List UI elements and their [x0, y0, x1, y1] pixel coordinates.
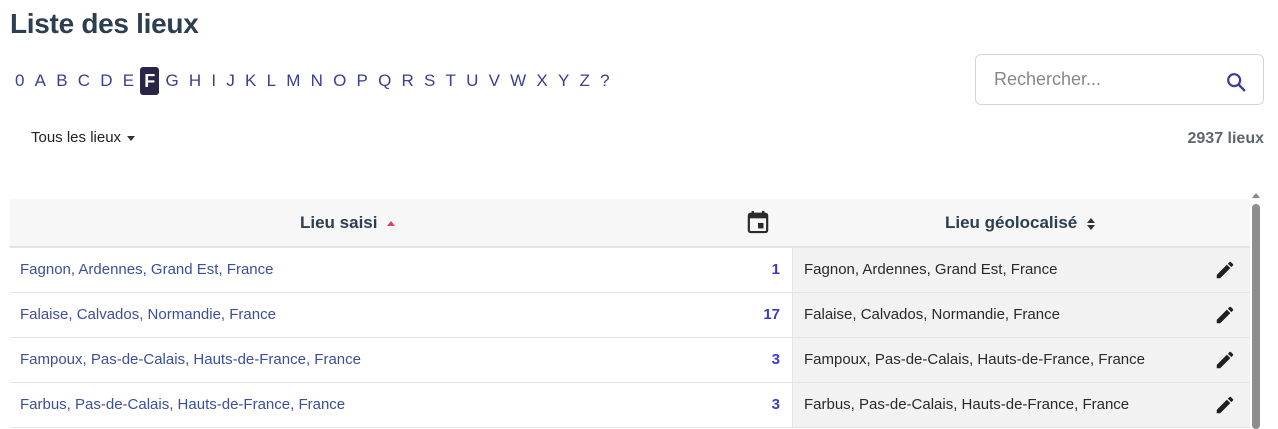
places-count: 2937 lieux: [1187, 130, 1265, 147]
entered-cell: Farbus, Pas-de-Calais, Hauts-de-France, …: [10, 383, 792, 427]
alphabet-letter[interactable]: Q: [373, 67, 396, 95]
alphabet-letter[interactable]: S: [419, 67, 441, 95]
alphabet-letter[interactable]: I: [206, 67, 221, 95]
alphabet-letter[interactable]: P: [352, 67, 374, 95]
filter-label: Tous les lieux: [31, 129, 122, 146]
table-row: Falaise, Calvados, Normandie, France 17 Fa…: [10, 293, 1250, 338]
column-header-entered[interactable]: Lieu saisi: [300, 199, 396, 246]
geolocated-cell: Fagnon, Ardennes, Grand Est, France: [792, 248, 1250, 292]
edit-pencil-icon[interactable]: [1214, 394, 1236, 416]
alphabet-letter[interactable]: Y: [553, 67, 575, 95]
table-row: Fampoux, Pas-de-Calais, Hauts-de-France,…: [10, 338, 1250, 383]
alphabet-letter[interactable]: Z: [575, 67, 596, 95]
scrollbar-thumb[interactable]: [1252, 204, 1260, 429]
alphabet-letter[interactable]: W: [505, 67, 531, 95]
alphabet-letter[interactable]: M: [281, 67, 305, 95]
geolocated-place: Fampoux, Pas-de-Calais, Hauts-de-France,…: [804, 351, 1145, 368]
alphabet-letter[interactable]: T: [441, 67, 462, 95]
alphabet-letter[interactable]: E: [118, 67, 140, 95]
geolocated-cell: Falaise, Calvados, Normandie, France: [792, 293, 1250, 337]
edit-pencil-icon[interactable]: [1214, 304, 1236, 326]
alphabet-letter[interactable]: G: [160, 67, 183, 95]
table-header: Lieu saisi Lieu géolocalisé: [10, 199, 1250, 248]
geolocated-cell: Fampoux, Pas-de-Calais, Hauts-de-France,…: [792, 338, 1250, 382]
scroll-up-arrow-icon[interactable]: [1252, 193, 1260, 198]
alphabet-letter[interactable]: F: [140, 67, 160, 95]
sort-unsorted-icon[interactable]: [1087, 217, 1096, 231]
alphabet-letter[interactable]: D: [95, 67, 117, 95]
column-header-geolocated[interactable]: Lieu géolocalisé: [945, 199, 1096, 246]
occurrence-count-link[interactable]: 3: [772, 338, 780, 382]
entered-place-link[interactable]: Fagnon, Ardennes, Grand Est, France: [20, 248, 273, 292]
alphabet-letter[interactable]: V: [484, 67, 506, 95]
calendar-icon[interactable]: [747, 210, 769, 234]
page-title: Liste des lieux: [10, 8, 199, 39]
table-row: Fagnon, Ardennes, Grand Est, France 1 Fagn…: [10, 248, 1250, 293]
alphabet-letter[interactable]: R: [397, 67, 419, 95]
caret-down-icon: [127, 136, 136, 141]
geolocated-cell: Farbus, Pas-de-Calais, Hauts-de-France, …: [792, 383, 1250, 427]
geolocated-place: Fagnon, Ardennes, Grand Est, France: [804, 261, 1058, 278]
entered-cell: Fampoux, Pas-de-Calais, Hauts-de-France,…: [10, 338, 792, 382]
alphabet-letter[interactable]: B: [51, 67, 73, 95]
occurrence-count-link[interactable]: 17: [763, 293, 780, 337]
table-body: Fagnon, Ardennes, Grand Est, France 1 Fagn…: [10, 248, 1250, 428]
alphabet-letter[interactable]: J: [221, 67, 240, 95]
places-table: Lieu saisi Lieu géolocalisé Fagnon, Arde…: [10, 199, 1250, 428]
alphabet-letter[interactable]: ?: [595, 67, 615, 95]
entered-place-link[interactable]: Fampoux, Pas-de-Calais, Hauts-de-France,…: [20, 338, 361, 382]
search-input[interactable]: [976, 69, 1216, 90]
sort-ascending-icon[interactable]: [387, 221, 396, 227]
alphabet-letter[interactable]: U: [461, 67, 483, 95]
alphabet-letter[interactable]: X: [531, 67, 553, 95]
geolocated-place: Farbus, Pas-de-Calais, Hauts-de-France, …: [804, 396, 1130, 413]
alphabet-letter[interactable]: L: [262, 67, 282, 95]
alphabet-letter[interactable]: O: [328, 67, 351, 95]
occurrence-count-link[interactable]: 3: [772, 383, 780, 427]
filter-dropdown[interactable]: Tous les lieux: [31, 129, 136, 146]
alphabet-letter[interactable]: 0: [10, 67, 30, 95]
search-box: [975, 54, 1264, 105]
column-header-entered-label: Lieu saisi: [300, 213, 378, 232]
edit-pencil-icon[interactable]: [1214, 259, 1236, 281]
geolocated-place: Falaise, Calvados, Normandie, France: [804, 306, 1060, 323]
alphabet-letter[interactable]: N: [306, 67, 328, 95]
search-icon[interactable]: [1225, 71, 1247, 93]
table-row: Farbus, Pas-de-Calais, Hauts-de-France, …: [10, 383, 1250, 428]
entered-place-link[interactable]: Falaise, Calvados, Normandie, France: [20, 293, 276, 337]
alphabet-letter[interactable]: K: [240, 67, 262, 95]
edit-pencil-icon[interactable]: [1214, 349, 1236, 371]
alphabet-nav: 0 A B C D E F G H I J K L M N O P Q R S T U V W X Y Z?: [10, 67, 615, 95]
entered-place-link[interactable]: Farbus, Pas-de-Calais, Hauts-de-France, …: [20, 383, 345, 427]
column-header-geolocated-label: Lieu géolocalisé: [945, 213, 1078, 232]
scrollbar[interactable]: [1251, 193, 1261, 429]
entered-cell: Fagnon, Ardennes, Grand Est, France 1: [10, 248, 792, 292]
alphabet-letter[interactable]: C: [73, 67, 95, 95]
alphabet-letter[interactable]: H: [184, 67, 206, 95]
alphabet-letter[interactable]: A: [30, 67, 52, 95]
occurrence-count-link[interactable]: 1: [772, 248, 780, 292]
entered-cell: Falaise, Calvados, Normandie, France 17: [10, 293, 792, 337]
